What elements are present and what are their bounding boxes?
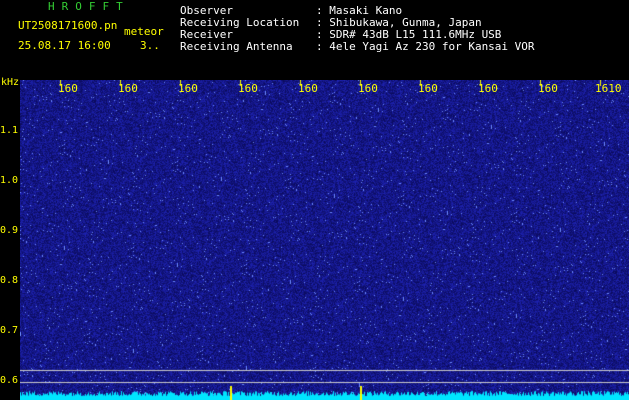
x-tick-label: 160	[478, 82, 498, 95]
y-axis: kHz 1.1 1.0 0.9 0.8 0.7 0.6	[0, 77, 20, 400]
filename-suffix: meteor	[124, 25, 164, 38]
x-tick-label: 160	[298, 82, 318, 95]
y-tick-label: 0.6	[0, 375, 19, 386]
x-tick-label: 160	[178, 82, 198, 95]
x-tick-label: 160	[58, 82, 78, 95]
y-tick-label: 1.1	[0, 125, 19, 136]
x-tick-label: 160	[538, 82, 558, 95]
y-axis-unit: kHz	[1, 77, 20, 88]
y-tick-label: 0.7	[0, 325, 19, 336]
antenna-label: Receiving Antenna	[180, 40, 293, 53]
x-tick-label: 160	[118, 82, 138, 95]
x-tick-label: 1610	[595, 82, 622, 95]
filename: UT2508171600.pn	[18, 19, 118, 32]
y-tick-label: 1.0	[0, 175, 19, 186]
program-title: HROFFT	[48, 0, 130, 13]
y-tick-label: 0.9	[0, 225, 19, 236]
timestamp: 25.08.17 16:00	[18, 39, 111, 52]
x-tick-label: 160	[238, 82, 258, 95]
spectrogram[interactable]	[20, 80, 629, 400]
x-tick-label: 160	[358, 82, 378, 95]
y-tick-label: 0.8	[0, 275, 19, 286]
x-tick-label: 160	[418, 82, 438, 95]
antenna-value: : 4ele Yagi Az 230 for Kansai VOR	[316, 40, 535, 53]
extra-value: 3..	[140, 39, 160, 52]
